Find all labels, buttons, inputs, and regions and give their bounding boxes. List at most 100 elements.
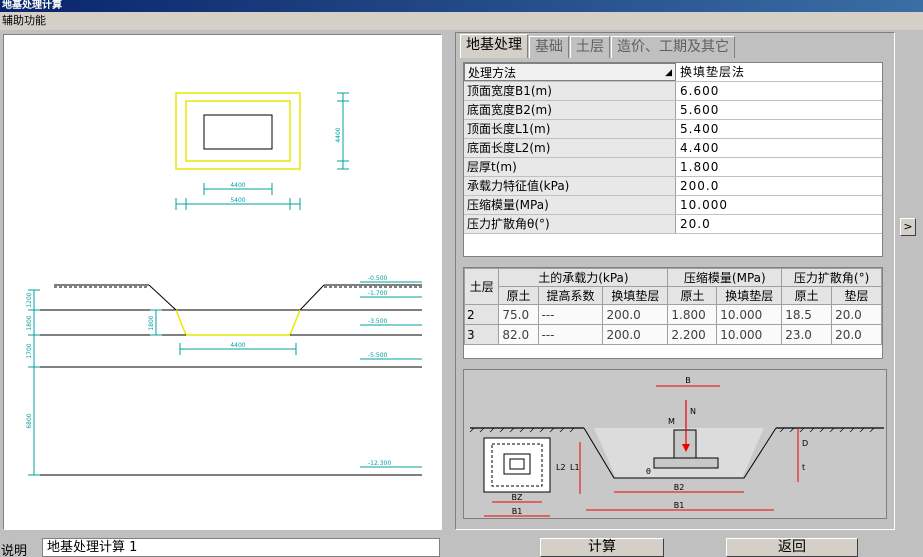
label-n: N — [690, 407, 696, 416]
plan-inner-rect — [185, 100, 291, 162]
sect-dim-4: 6800 — [26, 413, 33, 428]
soil-subheader: 原土 — [498, 286, 539, 305]
soil-subheader: 换填垫层 — [602, 286, 669, 305]
param-value[interactable]: 换填垫层法 — [676, 63, 882, 81]
param-value[interactable]: 4.400 — [676, 139, 882, 157]
table-row[interactable]: 3 82.0 --- 200.0 2.200 10.000 23.0 20.0 — [464, 324, 882, 345]
tab-soil-layer[interactable]: 土层 — [570, 36, 610, 58]
param-name: 底面长度L2(m) — [464, 139, 676, 157]
param-row[interactable]: 压力扩散角θ(°) 20.0 — [464, 215, 882, 234]
soil-cell[interactable]: 2.200 — [667, 324, 718, 345]
soil-header-layer: 土层 — [464, 268, 500, 305]
param-row[interactable]: 顶面长度L1(m) 5.400 — [464, 120, 882, 139]
param-value[interactable]: 5.600 — [676, 101, 882, 119]
soil-cell-layer[interactable]: 3 — [464, 324, 500, 345]
sect-dim-width: 4400 — [230, 342, 245, 349]
param-name: 顶面长度L1(m) — [464, 120, 676, 138]
param-row[interactable]: 底面长度L2(m) 4.400 — [464, 139, 882, 158]
schematic-svg: B M N D t θ B2 B1 L2 L1 BZ B1 — [469, 376, 884, 517]
param-name: 压缩模量(MPa) — [464, 196, 676, 214]
foundation-drawing: 4400 5400 4400 1200 1800 1800 1700 6800 … — [26, 92, 422, 476]
plan-dim-height: 4400 — [335, 127, 342, 142]
soil-cell[interactable]: --- — [537, 304, 604, 325]
param-value[interactable]: 5.400 — [676, 120, 882, 138]
param-name: 底面宽度B2(m) — [464, 101, 676, 119]
param-row[interactable]: 层厚t(m) 1.800 — [464, 158, 882, 177]
sect-dim-2b: 1800 — [148, 315, 155, 330]
window-title: 地基处理计算 — [0, 0, 923, 12]
label-l1: L1 — [570, 463, 580, 472]
elev-5: -12.300 — [368, 460, 391, 467]
param-name: 顶面宽度B1(m) — [464, 82, 676, 100]
tab-ground-treatment[interactable]: 地基处理 — [460, 34, 528, 58]
calculate-button[interactable]: 计算 — [540, 538, 664, 557]
soil-cell[interactable]: 200.0 — [602, 324, 669, 345]
soil-subheader: 原土 — [667, 286, 718, 305]
status-field: 地基处理计算 1 — [42, 538, 440, 557]
param-row[interactable]: 承载力特征值(kPa) 200.0 — [464, 177, 882, 196]
soil-cell[interactable]: 23.0 — [781, 324, 833, 345]
soil-header-angle: 压力扩散角(°) — [781, 268, 882, 287]
label-d: D — [802, 439, 808, 448]
soil-cell[interactable]: 82.0 — [498, 324, 539, 345]
soil-cell[interactable]: 75.0 — [498, 304, 539, 325]
soil-cell[interactable]: 1.800 — [667, 304, 718, 325]
status-label: 说明 — [1, 544, 28, 557]
tab-cost-schedule[interactable]: 造价、工期及其它 — [611, 36, 735, 58]
plan-footing-rect — [203, 114, 273, 150]
sect-dim-1: 1200 — [26, 292, 33, 307]
soil-empty-row — [464, 344, 882, 358]
param-name: 层厚t(m) — [464, 158, 676, 176]
param-row[interactable]: 底面宽度B2(m) 5.600 — [464, 101, 882, 120]
table-row[interactable]: 2 75.0 --- 200.0 1.800 10.000 18.5 20.0 — [464, 304, 882, 325]
label-m: M — [668, 417, 675, 426]
param-value[interactable]: 200.0 — [676, 177, 882, 195]
menubar: 辅助功能 — [0, 12, 923, 30]
soil-cell[interactable]: 20.0 — [831, 304, 882, 325]
soil-subheader: 提高系数 — [537, 286, 604, 305]
label-b1: B1 — [674, 501, 685, 510]
method-dropdown[interactable]: 处理方法 ◢ — [464, 63, 676, 81]
soil-header-bearing: 土的承载力(kPa) — [498, 268, 669, 287]
plan-dims — [175, 92, 349, 210]
tab-strip: 地基处理 基础 土层 造价、工期及其它 — [460, 34, 736, 58]
schematic-diagram: B M N D t θ B2 B1 L2 L1 BZ B1 — [463, 369, 887, 519]
menu-item-aux[interactable]: 辅助功能 — [2, 14, 46, 27]
param-row-method[interactable]: 处理方法 ◢ 换填垫层法 — [464, 63, 882, 82]
param-row[interactable]: 压缩模量(MPa) 10.000 — [464, 196, 882, 215]
param-name: 处理方法 — [468, 66, 517, 80]
elev-3: -3.500 — [368, 318, 388, 325]
param-value[interactable]: 20.0 — [676, 215, 882, 233]
side-arrow-button[interactable]: > — [900, 218, 916, 236]
label-b1-small: B1 — [512, 507, 523, 516]
param-row[interactable]: 顶面宽度B1(m) 6.600 — [464, 82, 882, 101]
label-b2: B2 — [674, 483, 685, 492]
tab-foundation[interactable]: 基础 — [529, 36, 569, 58]
dropdown-arrow-icon[interactable]: ◢ — [665, 64, 672, 80]
soil-cell[interactable]: 10.000 — [716, 304, 783, 325]
param-value[interactable]: 10.000 — [676, 196, 882, 214]
right-panel: 地基处理 基础 土层 造价、工期及其它 处理方法 ◢ 换填垫层法 顶面宽度B1(… — [455, 32, 895, 530]
soil-cell[interactable]: 200.0 — [602, 304, 669, 325]
param-table: 处理方法 ◢ 换填垫层法 顶面宽度B1(m) 6.600 底面宽度B2(m) 5.6… — [463, 62, 883, 257]
drawing-canvas: 4400 5400 4400 1200 1800 1800 1700 6800 … — [3, 34, 442, 530]
soil-table: 土层 土的承载力(kPa) 压缩模量(MPa) 压力扩散角(°) 原土 提高系数… — [463, 267, 883, 359]
param-name: 压力扩散角θ(°) — [464, 215, 676, 233]
status-bar: 说明 地基处理计算 1 计算 返回 — [0, 537, 923, 557]
param-value[interactable]: 6.600 — [676, 82, 882, 100]
sect-dim-2: 1800 — [26, 315, 33, 330]
plan-dim-inner: 4400 — [230, 182, 245, 189]
label-theta: θ — [646, 467, 651, 476]
soil-cell[interactable]: --- — [537, 324, 604, 345]
soil-cell-layer[interactable]: 2 — [464, 304, 500, 325]
soil-cell[interactable]: 20.0 — [831, 324, 882, 345]
label-l2: L2 — [556, 463, 566, 472]
param-name: 承载力特征值(kPa) — [464, 177, 676, 195]
soil-cell[interactable]: 10.000 — [716, 324, 783, 345]
plan-outer-rect — [175, 92, 301, 170]
elev-2: -1.700 — [368, 290, 388, 297]
label-b: B — [685, 376, 691, 385]
back-button[interactable]: 返回 — [726, 538, 858, 557]
param-value[interactable]: 1.800 — [676, 158, 882, 176]
soil-cell[interactable]: 18.5 — [781, 304, 833, 325]
